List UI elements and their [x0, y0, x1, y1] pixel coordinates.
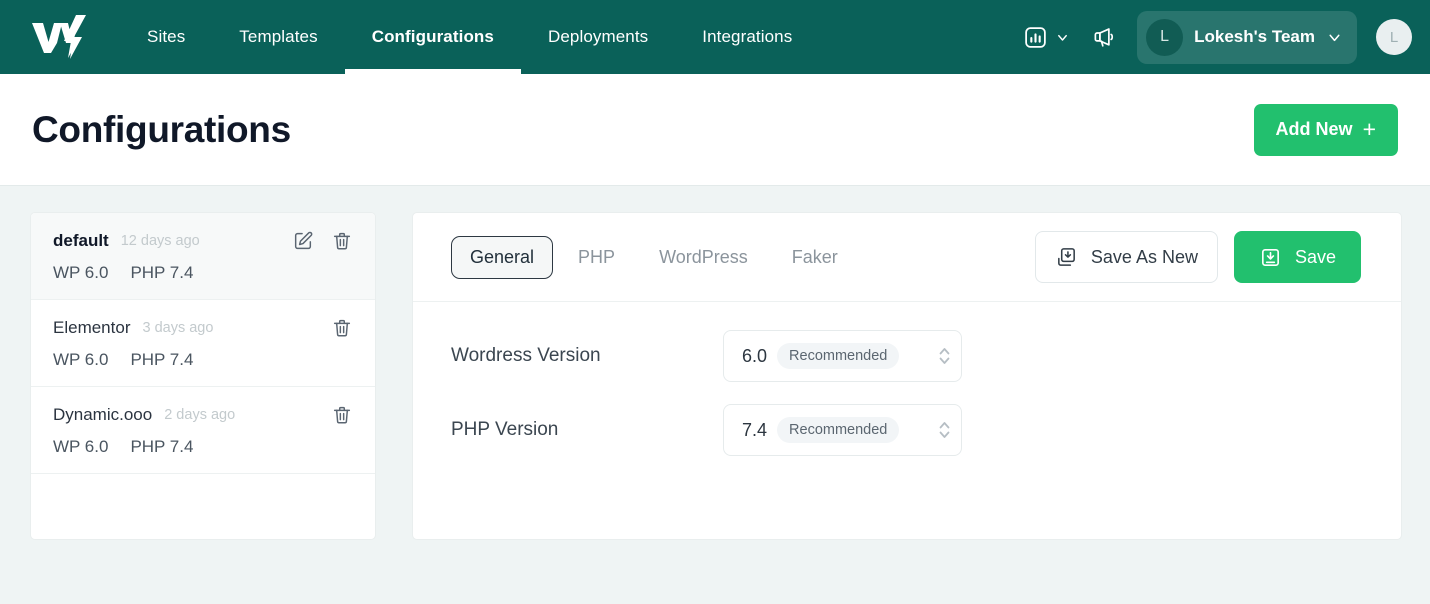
top-navigation-bar: Sites Templates Configurations Deploymen… [0, 0, 1430, 74]
tab-wordpress[interactable]: WordPress [640, 236, 767, 279]
recommended-badge: Recommended [777, 343, 900, 369]
tab-php[interactable]: PHP [559, 236, 634, 279]
configuration-age: 12 days ago [120, 233, 200, 249]
nav-item-slot-1[interactable]: Templates [212, 0, 344, 74]
list-item-header: Dynamic.ooo 2 days ago [53, 404, 353, 426]
add-new-label: Add New [1275, 119, 1353, 139]
nav-item-sites-slot-0[interactable]: Sites [120, 0, 212, 74]
tab-label: WordPress [659, 246, 748, 267]
page-content: default 12 days ago WP 6.0 PHP 7.4 Eleme… [0, 186, 1430, 604]
wordpress-version-row: Wordress Version 6.0 Recommended [451, 330, 1363, 382]
nav-label: Deployments [547, 27, 649, 46]
save-icon [1259, 246, 1282, 269]
php-version: PHP 7.4 [130, 263, 194, 282]
user-avatar[interactable]: L [1376, 19, 1412, 55]
list-item-meta: WP 6.0 PHP 7.4 [53, 437, 353, 457]
chevron-down-icon [1326, 29, 1343, 46]
tab-general[interactable]: General [451, 235, 554, 279]
selected-value: 7.4 [742, 419, 768, 440]
w-lightning-logo[interactable] [30, 15, 92, 59]
main-nav-items: Sites Templates Configurations Deploymen… [120, 0, 819, 74]
php-version-row: PHP Version 7.4 Recommended [451, 404, 1363, 456]
edit-icon[interactable] [292, 230, 314, 252]
list-item-meta: WP 6.0 PHP 7.4 [53, 263, 353, 283]
team-name-label: Lokesh's Team [1194, 27, 1315, 46]
megaphone-icon [1092, 24, 1119, 51]
save-as-new-label: Save As New [1090, 246, 1198, 267]
team-selector[interactable]: L Lokesh's Team [1137, 10, 1357, 64]
configuration-detail-panel: General PHP WordPress Faker Save As New [412, 212, 1402, 540]
php-version: PHP 7.4 [130, 437, 194, 456]
plus-icon: + [1362, 116, 1376, 142]
nav-item-slot-3[interactable]: Deployments [521, 0, 675, 74]
wp-version: WP 6.0 [53, 350, 109, 369]
save-copy-icon [1055, 246, 1078, 269]
panel-toolbar: General PHP WordPress Faker Save As New [413, 213, 1401, 302]
chevron-up-down-icon[interactable] [937, 344, 952, 368]
list-item-actions [292, 230, 353, 252]
page-header: Configurations Add New + [0, 74, 1430, 186]
list-item-actions [331, 404, 353, 426]
list-item-header: default 12 days ago [53, 230, 353, 252]
tab-faker[interactable]: Faker [773, 236, 857, 279]
php-version-select[interactable]: 7.4 Recommended [723, 404, 962, 456]
tab-label: General [470, 246, 535, 267]
recommended-badge: Recommended [777, 417, 900, 443]
nav-label: Configurations [371, 27, 494, 46]
nav-item-slot-4[interactable]: Integrations [675, 0, 819, 74]
nav-item-slot-2[interactable]: Configurations [344, 0, 522, 74]
add-new-button[interactable]: Add New + [1253, 103, 1398, 156]
team-avatar: L [1146, 18, 1184, 56]
bar-chart-icon [1023, 25, 1048, 50]
panel-action-buttons: Save As New Save [1034, 231, 1361, 283]
wp-version: WP 6.0 [53, 263, 109, 282]
list-item-meta: WP 6.0 PHP 7.4 [53, 350, 353, 370]
list-empty-footer [31, 474, 375, 502]
configuration-age: 2 days ago [164, 407, 236, 423]
configuration-list-item[interactable]: Dynamic.ooo 2 days ago WP 6.0 PHP 7.4 [31, 387, 375, 474]
save-label: Save [1294, 246, 1336, 267]
trash-icon[interactable] [331, 404, 353, 426]
list-item-header: Elementor 3 days ago [53, 317, 353, 339]
list-item-actions [331, 317, 353, 339]
configuration-list-item[interactable]: Elementor 3 days ago WP 6.0 PHP 7.4 [31, 300, 375, 387]
nav-label: Integrations [702, 27, 793, 46]
announcements-button[interactable] [1076, 24, 1133, 51]
trash-icon[interactable] [331, 230, 353, 252]
trash-icon[interactable] [331, 317, 353, 339]
configuration-name: Dynamic.ooo [53, 405, 153, 424]
chevron-down-icon [1055, 30, 1070, 45]
general-settings-form: Wordress Version 6.0 Recommended PHP Ver… [413, 302, 1401, 506]
selected-value: 6.0 [742, 345, 768, 366]
wordpress-version-select[interactable]: 6.0 Recommended [723, 330, 962, 382]
configuration-name: default [53, 231, 109, 250]
page-title: Configurations [32, 108, 291, 150]
nav-right-cluster: L Lokesh's Team L [1017, 10, 1412, 64]
chevron-up-down-icon[interactable] [937, 418, 952, 442]
save-button[interactable]: Save [1233, 231, 1361, 283]
configuration-name: Elementor [53, 318, 131, 337]
configurations-list: default 12 days ago WP 6.0 PHP 7.4 Eleme… [30, 212, 376, 540]
wp-version: WP 6.0 [53, 437, 109, 456]
tab-label: Faker [791, 246, 838, 267]
configuration-list-item[interactable]: default 12 days ago WP 6.0 PHP 7.4 [31, 213, 375, 300]
analytics-menu-button[interactable] [1017, 25, 1076, 50]
configuration-age: 3 days ago [142, 320, 214, 336]
php-version-label: PHP Version [451, 419, 559, 440]
nav-label: Templates [239, 27, 318, 46]
php-version: PHP 7.4 [130, 350, 194, 369]
nav-label: Sites [147, 27, 186, 46]
tab-label: PHP [578, 246, 616, 267]
wordpress-version-label: Wordress Version [451, 345, 601, 366]
save-as-new-button[interactable]: Save As New [1034, 231, 1218, 283]
